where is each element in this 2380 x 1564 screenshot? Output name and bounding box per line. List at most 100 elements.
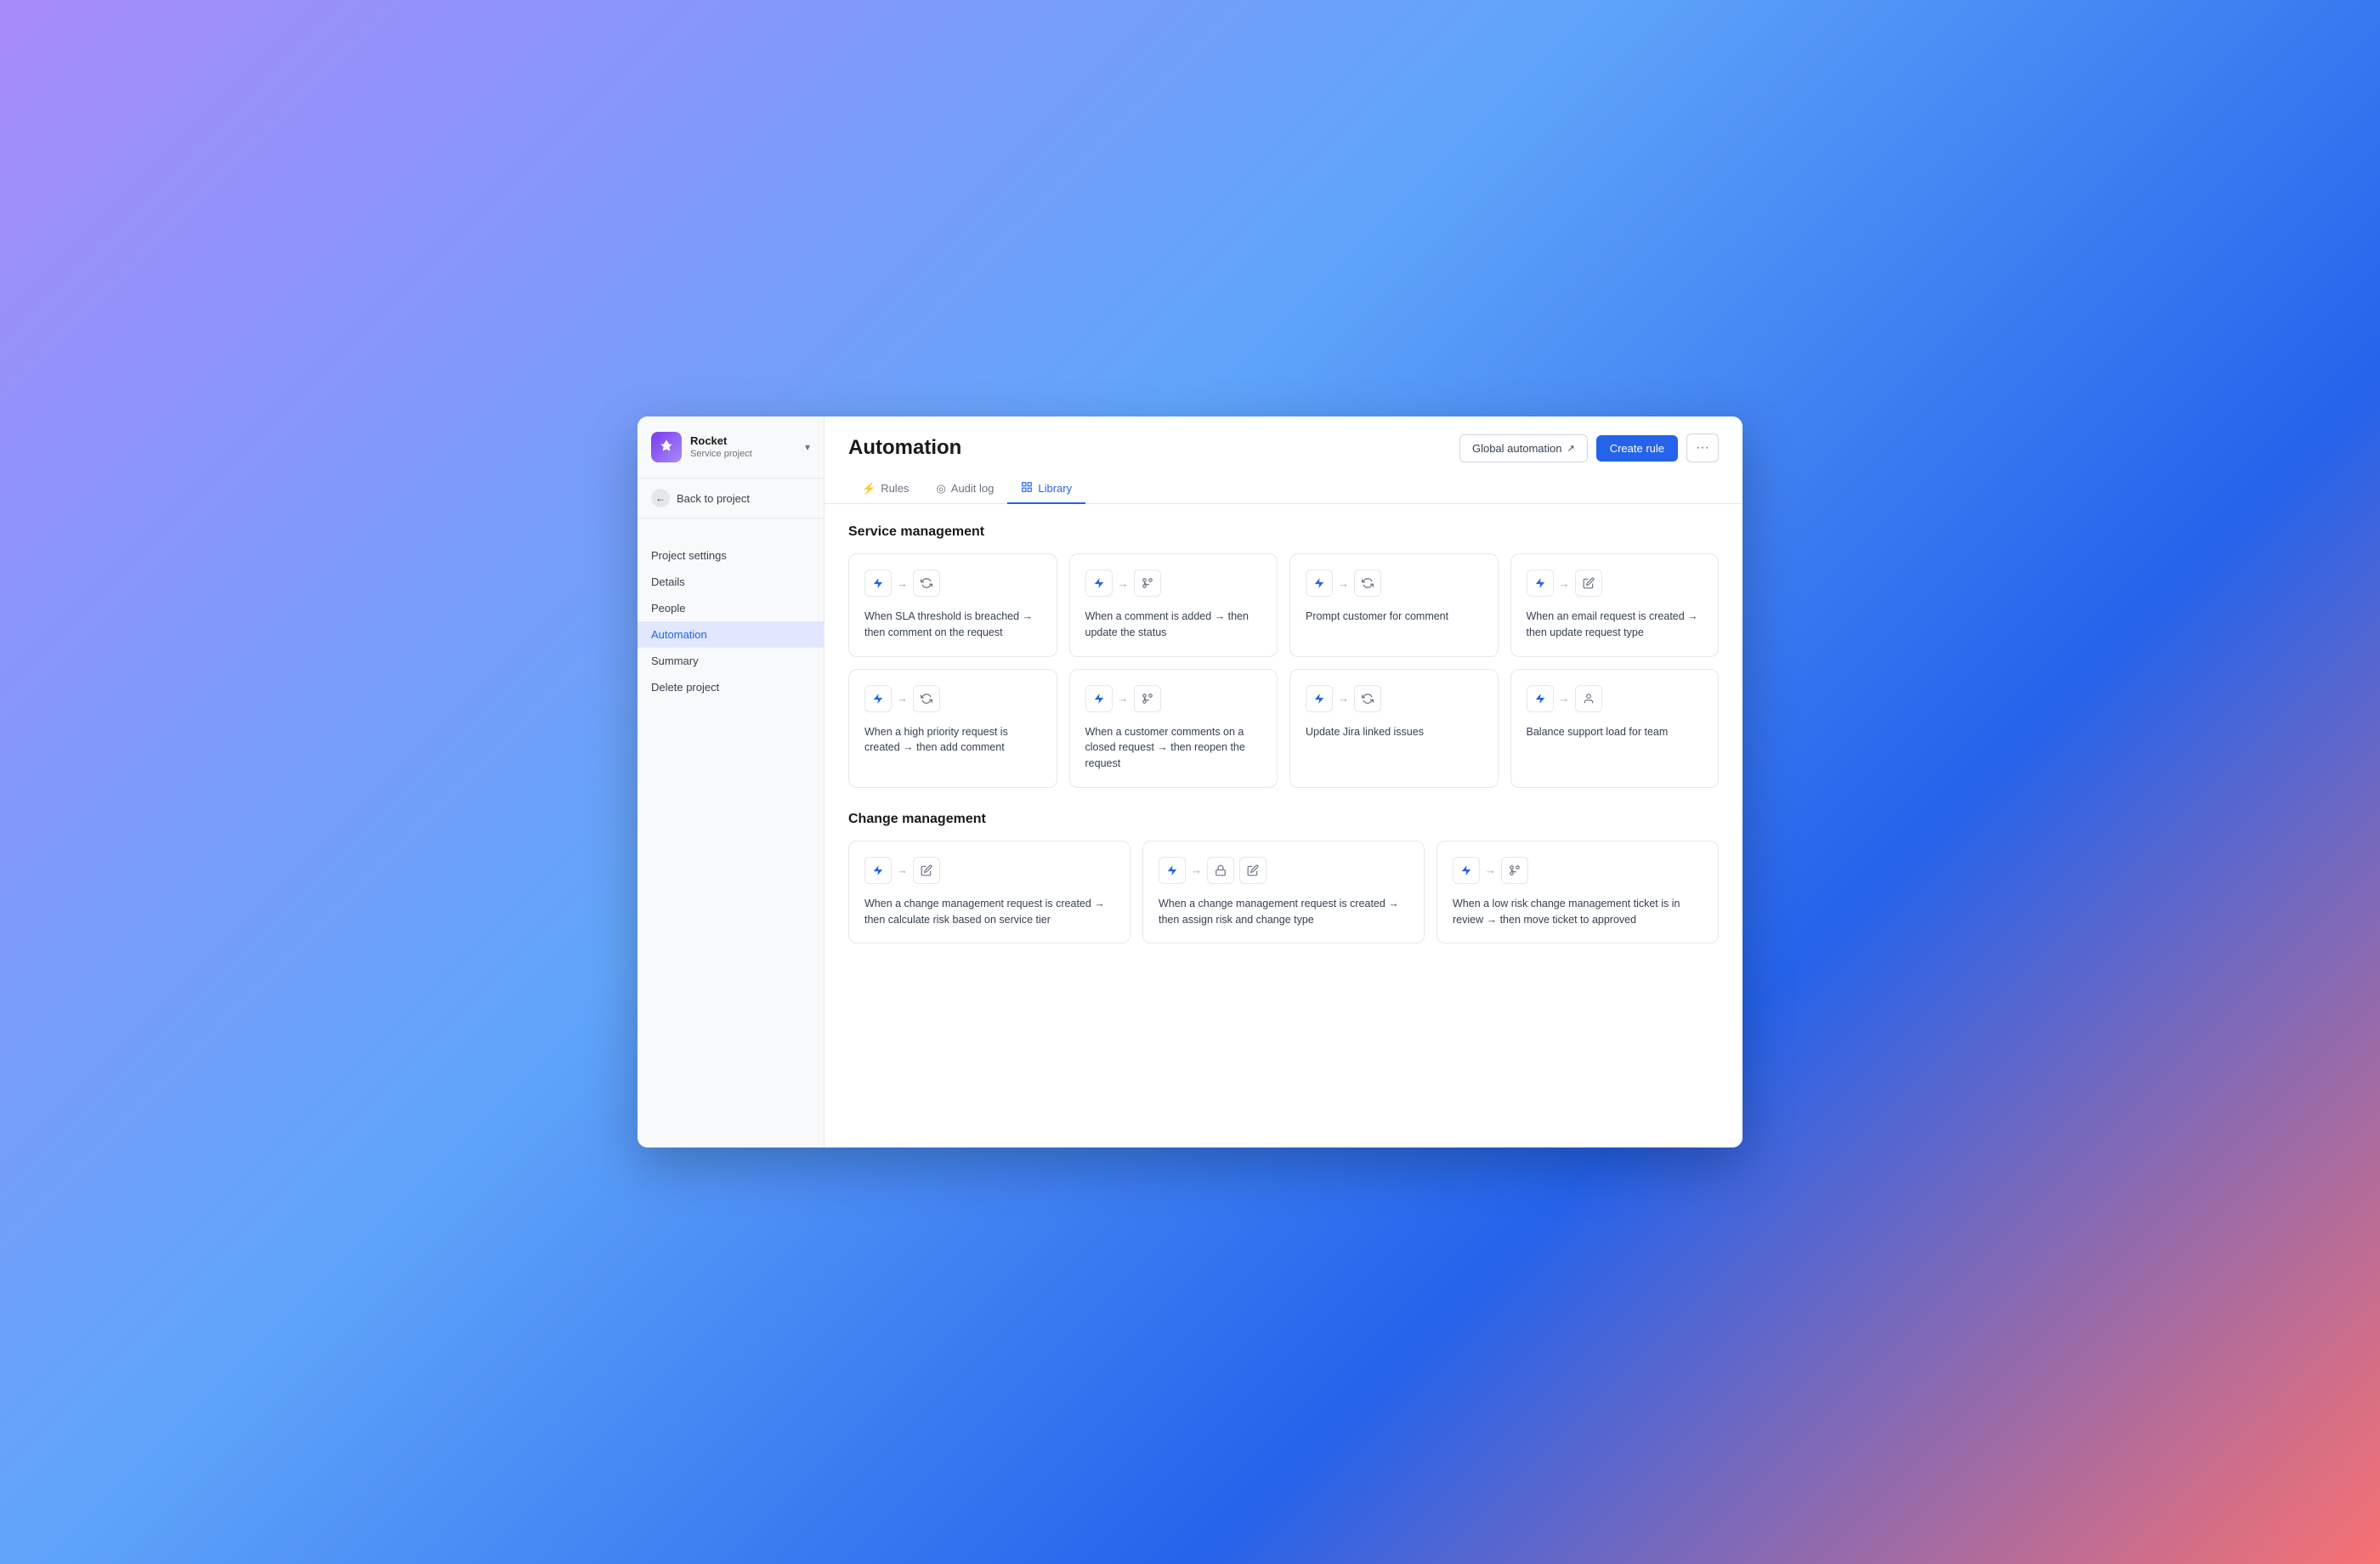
sidebar-nav: Project settings Details People Automati… xyxy=(638,518,824,714)
edit-icon-2 xyxy=(1239,857,1266,884)
card-icons: → xyxy=(1159,857,1408,884)
refresh-icon xyxy=(913,570,940,597)
card-text: Update Jira linked issues xyxy=(1306,724,1482,740)
rule-card-comment-status[interactable]: → When a comment is added → then update … xyxy=(1069,553,1278,657)
project-info: Rocket Service project xyxy=(690,434,796,460)
card-text: Prompt customer for comment xyxy=(1306,609,1482,625)
refresh-icon xyxy=(1354,685,1381,712)
arrow-icon: → xyxy=(1118,577,1129,590)
main-content: Automation Global automation ↗ Create ru… xyxy=(824,416,1742,1148)
rule-card-low-risk[interactable]: → When a low risk change management tick… xyxy=(1436,841,1719,944)
lightning-icon xyxy=(1159,857,1186,884)
chevron-down-icon: ▾ xyxy=(805,441,810,453)
change-management-grid: → When a change management request is cr… xyxy=(848,841,1719,944)
rule-card-balance-support[interactable]: → Balance support load for team xyxy=(1510,669,1720,788)
sidebar-item-people[interactable]: People xyxy=(638,595,824,621)
card-text: When a change management request is crea… xyxy=(1159,896,1408,928)
arrow-icon: → xyxy=(1338,577,1349,590)
lightning-icon xyxy=(1527,570,1554,597)
refresh-icon xyxy=(1354,570,1381,597)
card-text: When a comment is added → then update th… xyxy=(1085,609,1262,641)
change-management-section: Change management → W xyxy=(848,812,1719,944)
lock-icon xyxy=(1207,857,1234,884)
content-area: Service management → xyxy=(824,504,1742,988)
card-text: When a high priority request is created … xyxy=(864,724,1041,756)
card-text: When a low risk change management ticket… xyxy=(1453,896,1703,928)
service-management-grid: → When SLA threshold is breached → then … xyxy=(848,553,1719,788)
sidebar-item-project-settings[interactable]: Project settings xyxy=(638,542,824,569)
arrow-icon: → xyxy=(897,577,908,590)
rule-card-sla[interactable]: → When SLA threshold is breached → then … xyxy=(848,553,1057,657)
card-icons: → xyxy=(1085,570,1262,597)
rule-card-jira-linked[interactable]: → Update Jira linked issues xyxy=(1289,669,1499,788)
external-link-icon: ↗ xyxy=(1567,443,1574,454)
sidebar-item-automation[interactable]: Automation xyxy=(638,621,824,648)
card-icons: → xyxy=(1085,685,1262,712)
sidebar-item-delete-project[interactable]: Delete project xyxy=(638,674,824,700)
nav-section-label xyxy=(638,532,824,542)
card-text: When a change management request is crea… xyxy=(864,896,1114,928)
edit-icon xyxy=(1575,570,1602,597)
create-rule-button[interactable]: Create rule xyxy=(1596,435,1678,462)
sidebar: Rocket Service project ▾ ← Back to proje… xyxy=(638,416,824,1148)
arrow-icon: → xyxy=(1191,864,1202,876)
lightning-icon xyxy=(1085,570,1113,597)
change-management-title: Change management xyxy=(848,812,1719,827)
app-window: Rocket Service project ▾ ← Back to proje… xyxy=(638,416,1742,1148)
arrow-icon: → xyxy=(1485,864,1496,876)
edit-icon xyxy=(913,857,940,884)
lightning-icon xyxy=(1453,857,1480,884)
sidebar-item-details[interactable]: Details xyxy=(638,569,824,595)
rule-card-assign-risk[interactable]: → When a change management request is cr… xyxy=(1142,841,1425,944)
sidebar-item-summary[interactable]: Summary xyxy=(638,648,824,674)
back-arrow-icon: ← xyxy=(651,489,670,507)
rule-card-calc-risk[interactable]: → When a change management request is cr… xyxy=(848,841,1130,944)
card-icons: → xyxy=(1527,570,1703,597)
rule-card-customer-comments[interactable]: → When a customer comments on a closed r… xyxy=(1069,669,1278,788)
card-text: When an email request is created → then … xyxy=(1527,609,1703,641)
global-automation-button[interactable]: Global automation ↗ xyxy=(1459,434,1588,462)
lightning-icon xyxy=(1085,685,1113,712)
branch-icon xyxy=(1501,857,1528,884)
card-icons: → xyxy=(864,685,1041,712)
project-name: Rocket xyxy=(690,434,796,448)
tabs: ⚡ Rules ◎ Audit log Library xyxy=(824,462,1742,504)
back-to-project-link[interactable]: ← Back to project xyxy=(638,479,824,518)
tab-rules[interactable]: ⚡ Rules xyxy=(848,475,922,504)
rule-card-email-request[interactable]: → When an email request is created → the… xyxy=(1510,553,1720,657)
refresh-icon xyxy=(913,685,940,712)
card-icons: → xyxy=(1306,685,1482,712)
project-selector[interactable]: Rocket Service project ▾ xyxy=(638,416,824,479)
user-icon xyxy=(1575,685,1602,712)
rule-card-high-priority[interactable]: → When a high priority request is create… xyxy=(848,669,1057,788)
tab-audit-log[interactable]: ◎ Audit log xyxy=(922,475,1007,504)
card-icons: → xyxy=(864,570,1041,597)
branch-icon xyxy=(1134,685,1161,712)
project-subtitle: Service project xyxy=(690,448,796,460)
arrow-icon: → xyxy=(897,864,908,876)
card-icons: → xyxy=(1527,685,1703,712)
arrow-icon: → xyxy=(897,692,908,705)
lightning-icon xyxy=(864,570,892,597)
card-text: When SLA threshold is breached → then co… xyxy=(864,609,1041,641)
card-text: When a customer comments on a closed req… xyxy=(1085,724,1262,772)
library-icon xyxy=(1021,481,1033,496)
header-actions: Global automation ↗ Create rule ··· xyxy=(1459,434,1719,462)
service-management-section: Service management → xyxy=(848,524,1719,788)
rules-icon: ⚡ xyxy=(862,482,876,496)
card-text: Balance support load for team xyxy=(1527,724,1703,740)
arrow-icon: → xyxy=(1559,577,1570,590)
audit-log-icon: ◎ xyxy=(936,482,945,496)
lightning-icon xyxy=(1306,570,1333,597)
card-icons: → xyxy=(1453,857,1703,884)
main-header: Automation Global automation ↗ Create ru… xyxy=(824,416,1742,462)
lightning-icon xyxy=(1527,685,1554,712)
more-options-button[interactable]: ··· xyxy=(1686,434,1719,462)
card-icons: → xyxy=(1306,570,1482,597)
card-icons: → xyxy=(864,857,1114,884)
lightning-icon xyxy=(864,685,892,712)
arrow-icon: → xyxy=(1559,692,1570,705)
lightning-icon xyxy=(864,857,892,884)
rule-card-prompt-customer[interactable]: → Prompt customer for comment xyxy=(1289,553,1499,657)
tab-library[interactable]: Library xyxy=(1007,474,1085,504)
